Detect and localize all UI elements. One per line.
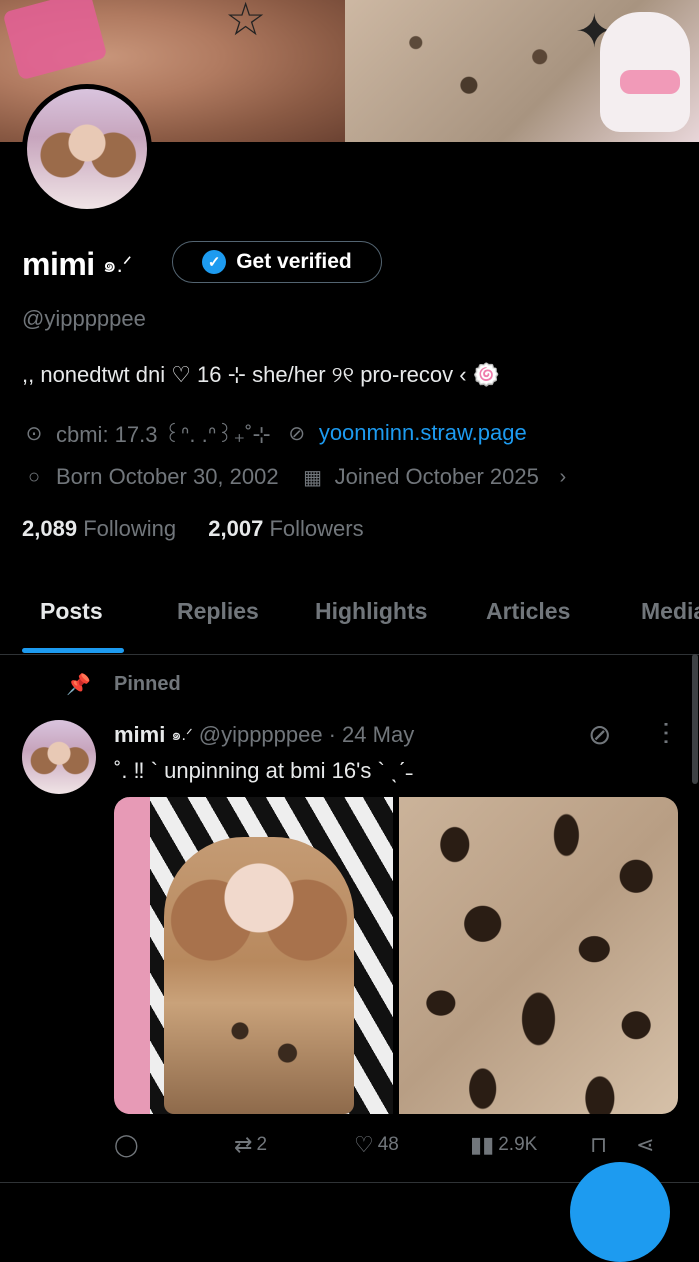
profile-tabs: Posts Replies Highlights Articles Media xyxy=(0,584,699,655)
post-media[interactable] xyxy=(114,797,678,1114)
following-link[interactable]: 2,089 Following xyxy=(22,516,182,541)
post-text: ˚. ‼ ` unpinning at bmi 16's ` ˎˊ˗ xyxy=(114,758,413,783)
verified-check-icon: ✓ xyxy=(202,250,227,274)
profile-handle: @yipppppee xyxy=(22,306,146,331)
star-icon: ☆ xyxy=(225,0,267,45)
profile-meta-row-2: ○ Born October 30, 2002 ▦ Joined October… xyxy=(22,462,585,492)
pinned-label: Pinned xyxy=(114,673,181,695)
bookmark-icon: ⊓ xyxy=(590,1132,608,1157)
repost-icon: ⇄ xyxy=(234,1132,253,1157)
share-button[interactable]: ⋖ xyxy=(636,1132,654,1158)
post-date[interactable]: · 24 May xyxy=(329,722,415,748)
calendar-icon: ▦ xyxy=(303,466,323,489)
post-author-handle[interactable]: @yipppppee xyxy=(199,722,323,748)
image-person xyxy=(164,837,354,1114)
tab-highlights[interactable]: Highlights xyxy=(315,598,427,625)
compose-post-button[interactable] xyxy=(570,1162,670,1262)
balloon-icon: ○ xyxy=(27,465,41,488)
following-count: 2,089 xyxy=(22,516,78,541)
views-icon: ▮▮ xyxy=(470,1132,495,1157)
profile-avatar[interactable] xyxy=(22,84,152,214)
profile-location: cbmi: 17.3 ꒰ᐢ. .ᐢ꒱₊˚⊹ xyxy=(56,421,271,447)
get-verified-label: Get verified xyxy=(236,250,352,273)
display-name: mimi xyxy=(22,245,95,282)
post-header: mimi ๑.ᐟ @yipppppee · 24 May xyxy=(114,722,414,748)
reply-icon: ◯ xyxy=(114,1132,139,1157)
tab-media[interactable]: Media xyxy=(641,598,699,625)
pin-icon: 📌 xyxy=(66,674,91,696)
repost-button[interactable]: ⇄ 2 xyxy=(234,1132,267,1158)
more-icon[interactable]: ⋯ xyxy=(652,720,682,746)
share-icon: ⋖ xyxy=(636,1132,655,1157)
profile-joined: Joined October 2025 xyxy=(334,464,539,489)
following-label: Following xyxy=(83,516,177,541)
views-button[interactable]: ▮▮ 2.9K xyxy=(470,1132,537,1158)
avatar-image xyxy=(27,89,147,209)
view-count: 2.9K xyxy=(498,1134,538,1155)
heart-icon: ♡ xyxy=(354,1132,374,1157)
get-verified-button[interactable]: ✓ Get verified xyxy=(172,241,382,283)
profile-name-row: mimi ๑.ᐟ xyxy=(22,240,132,288)
name-decoration: ๑.ᐟ xyxy=(102,251,133,277)
tab-articles[interactable]: Articles xyxy=(486,598,570,625)
profile-website-link[interactable]: yoonminn.straw.page xyxy=(319,420,527,446)
like-count: 48 xyxy=(377,1134,399,1155)
post-author-avatar[interactable] xyxy=(22,720,96,794)
followers-count: 2,007 xyxy=(208,516,264,541)
active-tab-indicator xyxy=(22,648,124,653)
post-actions: ◯ ⇄ 2 ♡ 48 ▮▮ 2.9K ⊓ ⋖ xyxy=(114,1132,674,1164)
tab-posts[interactable]: Posts xyxy=(40,598,103,625)
post-author-decoration: ๑.ᐟ xyxy=(171,726,193,744)
reply-button[interactable]: ◯ xyxy=(114,1132,143,1158)
repost-count: 2 xyxy=(256,1134,268,1155)
image-pink-wall xyxy=(114,797,150,1114)
followers-link[interactable]: 2,007 Followers xyxy=(208,516,363,541)
tab-replies[interactable]: Replies xyxy=(177,598,259,625)
scrollbar[interactable] xyxy=(692,654,698,784)
follow-stats: 2,089 Following 2,007 Followers xyxy=(22,516,364,542)
post-image-2[interactable] xyxy=(399,797,678,1114)
banner-plush-bow xyxy=(620,70,680,94)
pinned-indicator: 📌 Pinned xyxy=(66,672,181,697)
location-pin-icon: ⊙ xyxy=(25,422,43,445)
profile-bio: ,, nonedtwt dni ♡ 16 ⊹ she/her ୨୧ pro-re… xyxy=(22,362,501,387)
chevron-right-icon[interactable]: › xyxy=(551,466,575,489)
post-author-name[interactable]: mimi xyxy=(114,722,165,748)
like-button[interactable]: ♡ 48 xyxy=(354,1132,399,1158)
link-icon: ⊘ xyxy=(288,422,306,445)
grok-icon[interactable]: ⊘ xyxy=(588,718,611,751)
bookmark-button[interactable]: ⊓ xyxy=(590,1132,607,1158)
post-image-1[interactable] xyxy=(114,797,393,1114)
followers-label: Followers xyxy=(269,516,364,541)
profile-born: Born October 30, 2002 xyxy=(56,464,279,489)
profile-meta-row-1: ⊙ cbmi: 17.3 ꒰ᐢ. .ᐢ꒱₊˚⊹ ⊘ yoonminn.straw… xyxy=(22,418,527,448)
